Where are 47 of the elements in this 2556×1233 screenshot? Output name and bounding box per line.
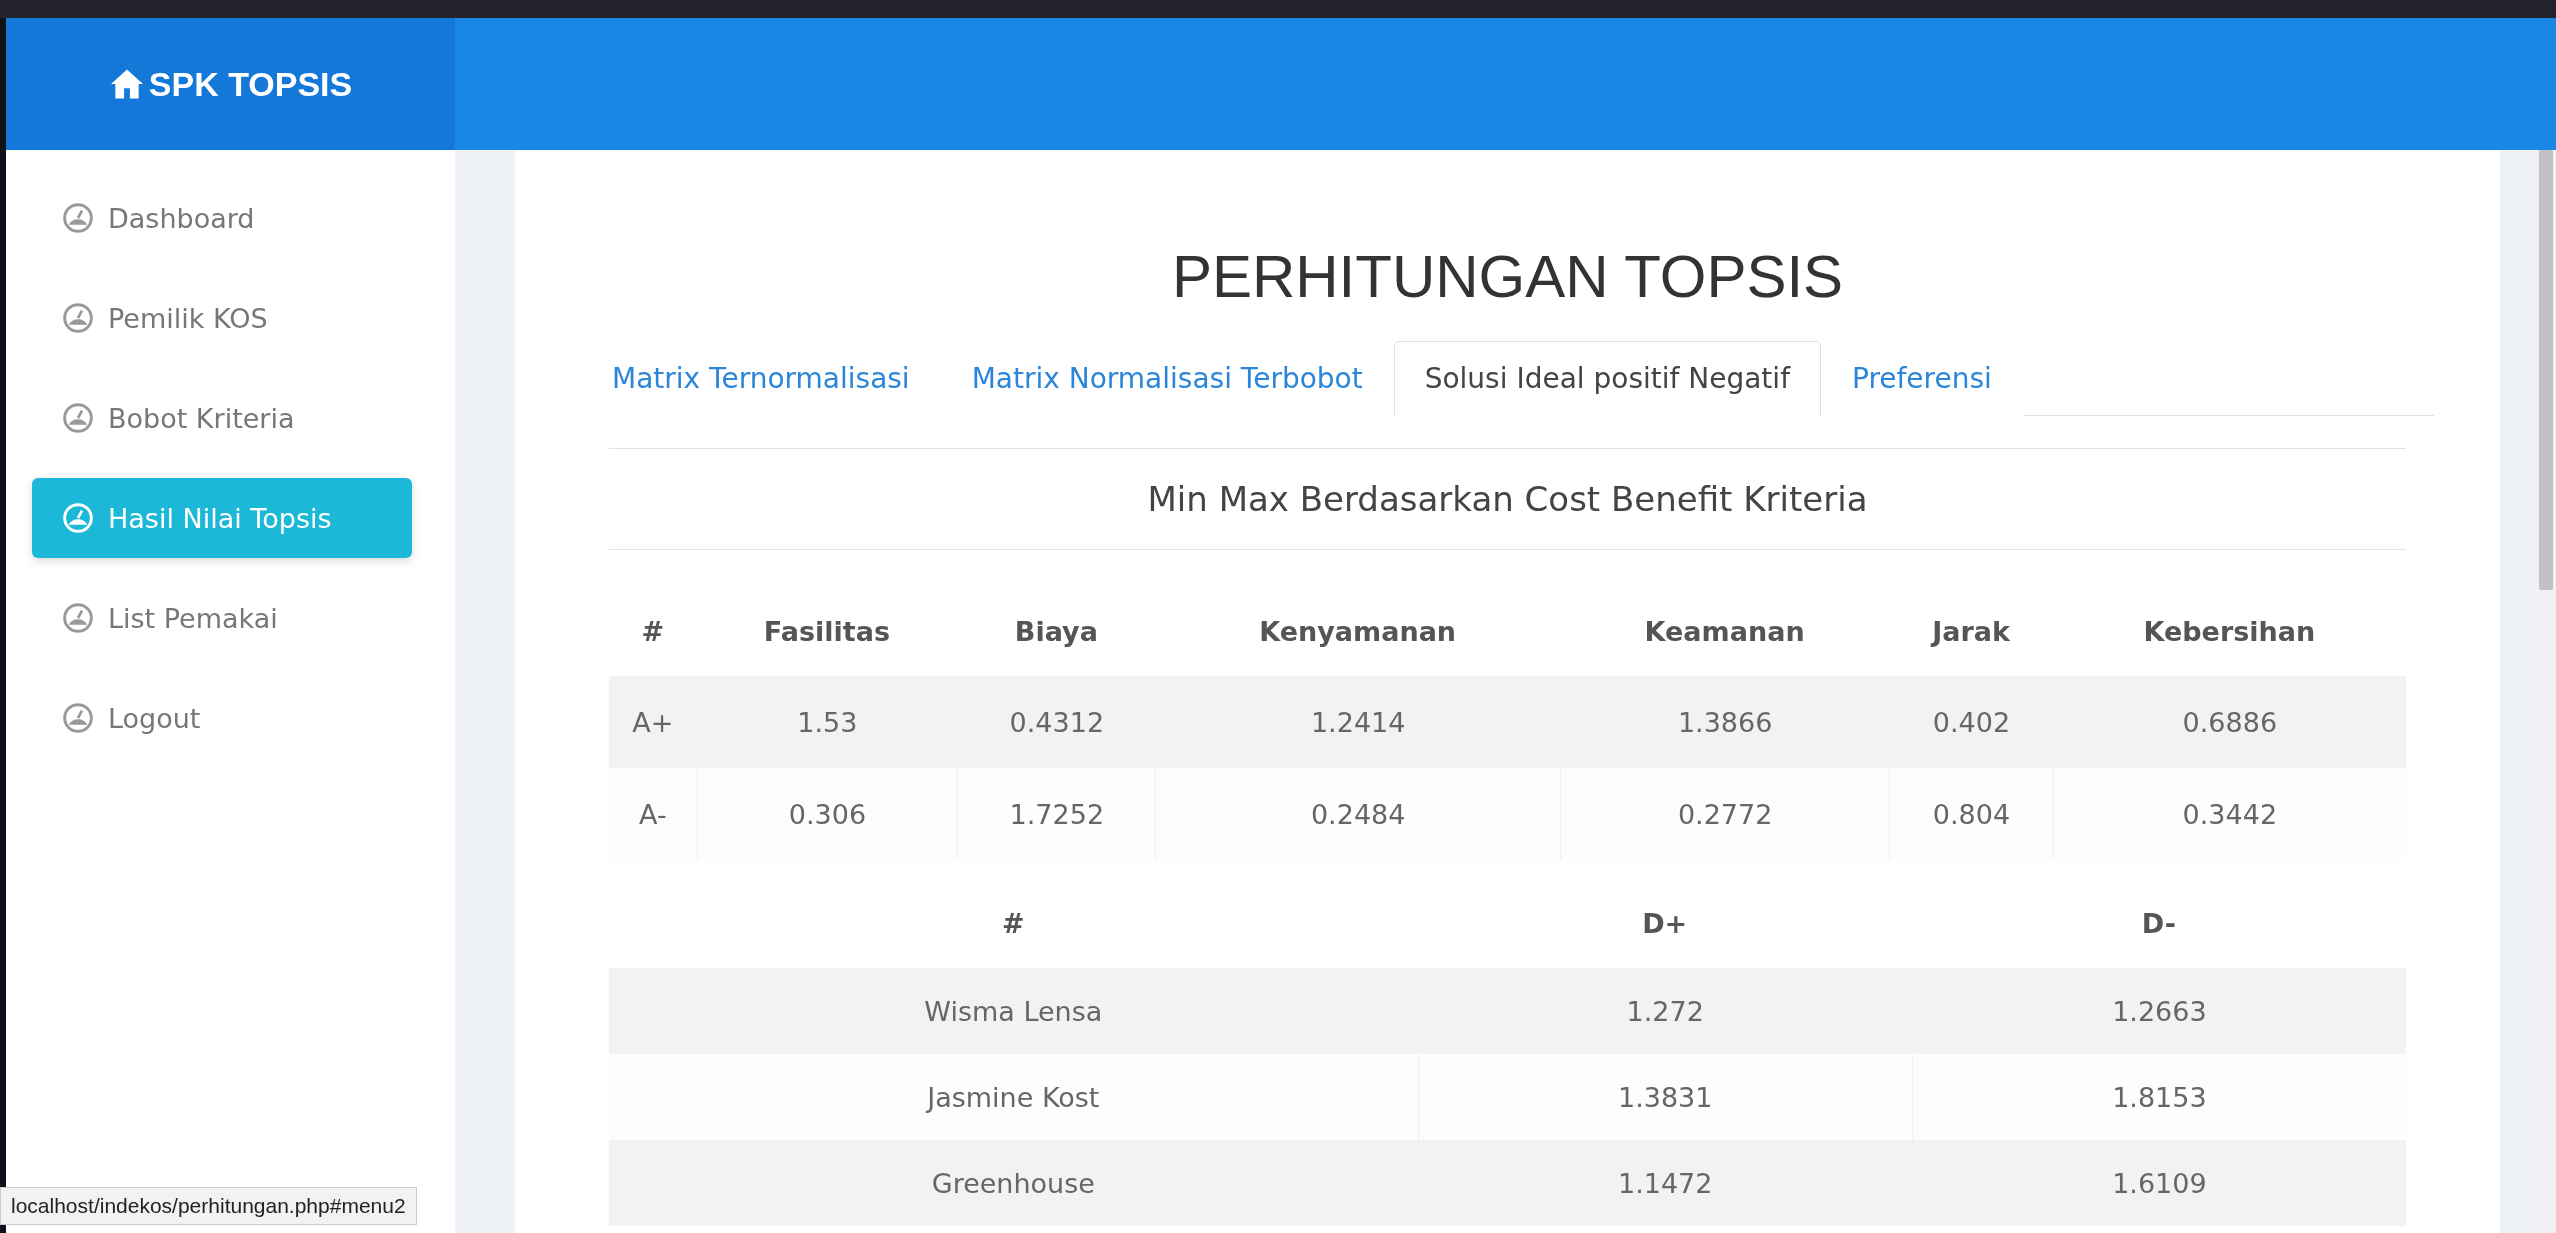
gauge-icon	[62, 502, 94, 534]
table-cell: A+	[609, 676, 697, 768]
sidebar-item[interactable]: Bobot Kriteria	[32, 378, 412, 458]
gauge-icon	[62, 202, 94, 234]
gauge-icon	[62, 302, 94, 334]
scrollbar[interactable]	[2536, 150, 2556, 1233]
sidebar-item-label: List Pemakai	[108, 602, 278, 634]
column-header: Jarak	[1929, 614, 2011, 649]
table-cell: Greenhouse	[609, 1140, 1418, 1226]
sidebar-item[interactable]: Pemilik KOS	[32, 278, 412, 358]
table-cell: 1.3866	[1559, 676, 1890, 768]
table-cell: 0.402	[1889, 676, 2053, 768]
section-title: Min Max Berdasarkan Cost Benefit Kriteria	[609, 448, 2406, 550]
sidebar-item-label: Logout	[108, 702, 201, 734]
column-header: Keamanan	[1643, 614, 1806, 649]
table-cell: Wisma Lensa	[609, 968, 1418, 1054]
table-cell: 1.1472	[1417, 1140, 1912, 1226]
sidebar-item[interactable]: Hasil Nilai Topsis	[32, 478, 412, 558]
sidebar-item-label: Bobot Kriteria	[108, 402, 295, 434]
sidebar-item[interactable]: Logout	[32, 678, 412, 758]
table-cell: 1.272	[1417, 968, 1912, 1054]
table-cell: 1.2414	[1155, 676, 1560, 768]
sidebar-item[interactable]: Dashboard	[32, 178, 412, 258]
column-header: #	[640, 614, 666, 649]
table-cell: 1.2663	[1911, 968, 2406, 1054]
brand-title[interactable]: SPK TOPSIS	[148, 64, 353, 104]
table-cell: 1.6109	[1911, 1140, 2406, 1226]
table-cell: 1.53	[696, 676, 958, 768]
gauge-icon	[62, 702, 94, 734]
column-header: Biaya	[1013, 614, 1099, 649]
table-cell: 0.4312	[957, 676, 1156, 768]
column-header: Kebersihan	[2142, 614, 2317, 649]
gauge-icon	[62, 602, 94, 634]
sidebar-item-label: Dashboard	[108, 202, 255, 234]
table-cell: 0.6886	[2052, 676, 2406, 768]
sidebar-item-label: Pemilik KOS	[108, 302, 268, 334]
gauge-icon	[62, 402, 94, 434]
column-header: D-	[2140, 906, 2177, 941]
page-title: PERHITUNGAN TOPSIS	[1170, 242, 1845, 311]
sidebar-item-label: Hasil Nilai Topsis	[108, 502, 332, 534]
sidebar-item[interactable]: List Pemakai	[32, 578, 412, 658]
column-header: Fasilitas	[762, 614, 891, 649]
status-url: localhost/indekos/perhitungan.php#menu2	[0, 1187, 417, 1225]
tab[interactable]: Solusi Ideal positif Negatif	[1393, 341, 1821, 416]
column-header: Kenyamanan	[1258, 614, 1458, 649]
column-header: D+	[1641, 906, 1689, 941]
column-header: #	[1001, 906, 1026, 941]
